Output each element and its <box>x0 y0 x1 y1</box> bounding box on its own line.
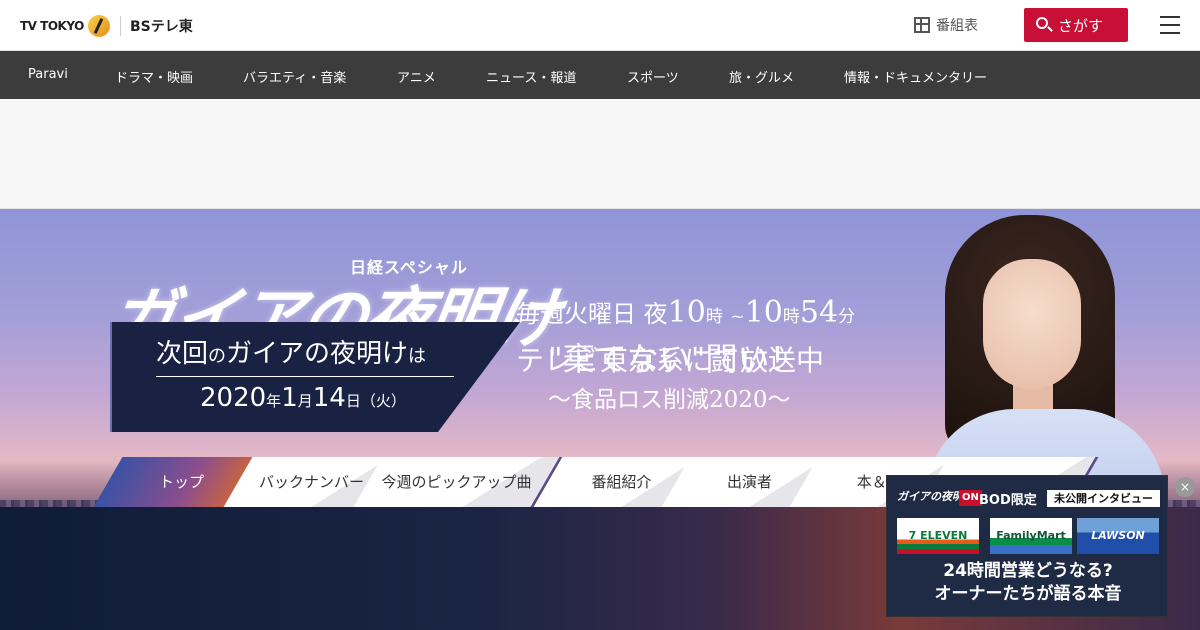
tv-schedule-link[interactable]: 番組表 <box>914 15 978 35</box>
bod-label: BOD限定 <box>979 493 1037 508</box>
nav-item-travel[interactable]: 旅・グルメ <box>729 67 794 86</box>
tvtokyo-logo-text: TV TOKYO <box>20 19 84 33</box>
store-lawson-image: LAWSON <box>1077 518 1159 554</box>
unreleased-interview-tag: 未公開インタビュー <box>1047 490 1160 507</box>
popup-headline: 24時間営業どうなる? オーナーたちが語る本音 <box>934 561 1122 604</box>
tab-pickup-songs[interactable]: 今週のピックアップ曲 <box>353 457 563 507</box>
nav-item-sports[interactable]: スポーツ <box>627 67 679 86</box>
store-seven-eleven-image: 7 ELEVEN <box>897 518 979 554</box>
nav-item-news[interactable]: ニュース・報道 <box>486 67 576 86</box>
next-episode-label: 次回のガイアの夜明けは <box>156 333 454 377</box>
bs-tvtokyo-logo[interactable]: BSテレ東 <box>130 16 193 36</box>
store-familymart-image: FamilyMart <box>990 518 1072 554</box>
logo-divider <box>120 16 121 36</box>
nav-item-variety[interactable]: バラエティ・音楽 <box>243 67 346 86</box>
grid-icon <box>914 17 930 33</box>
hamburger-menu-icon[interactable] <box>1160 16 1180 34</box>
episode-subtitle: ～食品ロス削減2020～ <box>548 387 791 413</box>
broadcast-schedule: 毎週火曜日 夜10時 ~10時54分 <box>516 295 856 330</box>
mascot-icon <box>87 15 110 37</box>
nav-item-drama[interactable]: ドラマ・映画 <box>115 67 193 86</box>
nav-item-documentary[interactable]: 情報・ドキュメンタリー <box>844 67 987 86</box>
next-episode-date: 2020年1月14日（火） <box>200 383 406 413</box>
nav-item-paravi[interactable]: Paravi <box>28 67 68 82</box>
tv-schedule-label: 番組表 <box>936 18 978 34</box>
search-button[interactable]: さがす <box>1024 8 1128 42</box>
search-icon <box>1036 17 1048 29</box>
ad-space <box>0 99 1200 209</box>
bod-promo-popup[interactable]: ガイアの夜明け ON BOD限定 未公開インタビュー 7 ELEVEN Fami… <box>886 475 1168 617</box>
search-button-label: さがす <box>1058 16 1104 35</box>
tvtokyo-logo[interactable]: TV TOKYO <box>20 10 112 42</box>
episode-title[interactable]: "棄てない"闘い！ <box>548 334 801 380</box>
close-icon[interactable]: × <box>1175 477 1195 497</box>
main-nav: Paravi ドラマ・映画 バラエティ・音楽 アニメ ニュース・報道 スポーツ … <box>0 51 1200 99</box>
site-header: TV TOKYO BSテレ東 番組表 さがす <box>0 0 1200 51</box>
nav-item-anime[interactable]: アニメ <box>397 67 436 86</box>
